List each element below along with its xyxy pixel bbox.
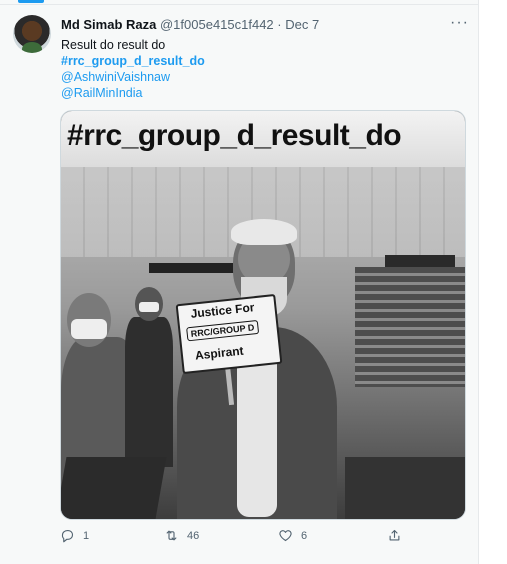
placard-line: Justice For — [189, 300, 256, 321]
share-button[interactable] — [387, 528, 402, 543]
placard: Justice For RRC/GROUP D Aspirant — [175, 293, 283, 375]
divider — [0, 4, 478, 5]
media-banner-text: #rrc_group_d_result_do — [67, 119, 402, 152]
ticket-gate — [61, 457, 167, 519]
top-accent-bar — [18, 0, 44, 3]
avatar[interactable] — [13, 15, 51, 53]
mention-link[interactable]: @AshwiniVaishnaw — [61, 70, 170, 84]
tweet-feed: Md Simab Raza @1f005e415c1f442 · Dec 7 ·… — [0, 0, 479, 564]
ticket-gate — [345, 457, 465, 519]
retweet-count: 46 — [187, 529, 200, 542]
like-button[interactable]: 6 — [278, 528, 307, 543]
retweet-icon — [166, 530, 177, 541]
station-stairs — [355, 267, 465, 387]
reply-icon — [61, 529, 74, 543]
face-mask — [139, 302, 159, 312]
heart-icon — [279, 530, 292, 542]
separator-dot: · — [277, 17, 282, 32]
author-handle[interactable]: @1f005e415c1f442 — [160, 17, 274, 32]
station-sign — [385, 255, 455, 267]
tweet-header: Md Simab Raza @1f005e415c1f442 · Dec 7 — [61, 17, 319, 32]
scrollbar[interactable] — [480, 0, 487, 564]
hair — [231, 219, 297, 245]
photo-scene: Justice For RRC/GROUP D Aspirant — [61, 167, 465, 519]
tweet-text: Result do result do — [61, 38, 166, 52]
reply-count: 1 — [83, 529, 90, 542]
like-count: 6 — [301, 529, 308, 542]
guard — [125, 317, 173, 467]
placard-line: Aspirant — [194, 343, 245, 363]
tweet-media-image[interactable]: #rrc_group_d_result_do Justice For RRC/G… — [60, 110, 466, 520]
tweet-date[interactable]: Dec 7 — [285, 17, 319, 32]
placard-line: RRC/GROUP D — [186, 319, 259, 342]
face-mask — [71, 319, 107, 339]
station-sign — [149, 263, 239, 273]
hashtag-link[interactable]: #rrc_group_d_result_do — [61, 54, 205, 68]
more-horizontal-icon[interactable]: ··· — [450, 14, 469, 32]
retweet-button[interactable]: 46 — [164, 528, 199, 543]
tweet-actions: 1 46 6 — [60, 528, 464, 546]
share-icon — [389, 529, 400, 541]
mention-link[interactable]: @RailMinIndia — [61, 86, 142, 100]
author-name[interactable]: Md Simab Raza — [61, 17, 156, 32]
reply-button[interactable]: 1 — [60, 528, 89, 543]
media-banner: #rrc_group_d_result_do — [61, 111, 465, 167]
